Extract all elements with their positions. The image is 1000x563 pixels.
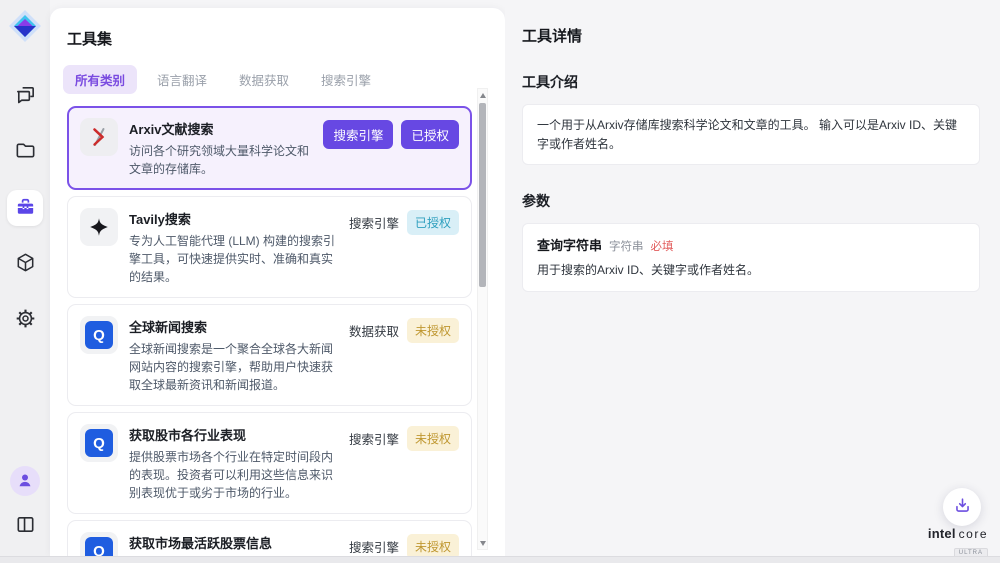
tool-detail-panel: 工具详情 工具介绍 一个用于从Arxiv存储库搜索科学论文和文章的工具。 输入可… (505, 0, 1000, 556)
scrollbar-thumb[interactable] (479, 103, 486, 287)
arxiv-icon (80, 118, 118, 156)
auth-status-badge: 未授权 (407, 426, 459, 451)
tool-item-sector-performance[interactable]: Q 获取股市各行业表现 提供股票市场各个行业在特定时间段内的表现。投资者可以利用… (67, 412, 472, 514)
sidebar-item-plugins[interactable] (7, 246, 43, 282)
tavily-icon (80, 208, 118, 246)
tool-item-tavily[interactable]: Tavily搜索 专为人工智能代理 (LLM) 构建的搜索引擎工具，可快速提供实… (67, 196, 472, 298)
param-type: 字符串 (609, 238, 644, 254)
tool-item-active-stocks[interactable]: Q 获取市场最活跃股票信息 提供当天交易量最高的股票列表，投资者可以利用这些信息… (67, 520, 472, 556)
tool-name: Tavily搜索 (129, 209, 338, 228)
user-icon (15, 470, 35, 493)
sidebar-item-files[interactable] (7, 134, 43, 170)
list-scrollbar[interactable] (477, 88, 488, 550)
param-card: 查询字符串 字符串 必填 用于搜索的Arxiv ID、关键字或作者姓名。 (522, 223, 980, 292)
tab-translation[interactable]: 语言翻译 (145, 65, 219, 94)
download-button[interactable] (943, 488, 981, 526)
category-badge: 搜索引擎 (349, 537, 399, 556)
sidebar-item-tools[interactable] (7, 190, 43, 226)
auth-status-badge: 未授权 (407, 534, 459, 556)
tool-name: Arxiv文献搜索 (129, 119, 312, 138)
scroll-up-arrow-icon[interactable] (478, 90, 487, 100)
user-avatar[interactable] (10, 466, 40, 496)
param-name: 查询字符串 (537, 235, 602, 254)
scroll-down-arrow-icon[interactable] (478, 538, 487, 548)
sidebar-item-chat[interactable] (7, 78, 43, 114)
panel-icon (14, 513, 37, 539)
sidebar-bottom (7, 466, 43, 544)
tool-desc: 提供股票市场各个行业在特定时间段内的表现。投资者可以利用这些信息来识别表现优于或… (129, 448, 338, 502)
cube-icon (14, 251, 37, 277)
intro-text: 一个用于从Arxiv存储库搜索科学论文和文章的工具。 输入可以是Arxiv ID… (537, 116, 965, 153)
tool-desc: 专为人工智能代理 (LLM) 构建的搜索引擎工具，可快速提供实时、准确和真实的结… (129, 232, 338, 286)
category-badge: 搜索引擎 (349, 213, 399, 232)
category-badge: 搜索引擎 (349, 429, 399, 448)
param-required-flag: 必填 (651, 238, 674, 254)
sidebar-nav (7, 78, 43, 338)
app-logo (7, 8, 43, 44)
tools-panel: 工具集 所有类别 语言翻译 数据获取 搜索引擎 Arxiv文献搜索 访问各个研究… (50, 8, 505, 556)
download-icon (953, 496, 972, 518)
chat-icon (14, 83, 37, 109)
juhe-q-icon: Q (80, 424, 118, 462)
intel-core-logo: intelcore ULTRA (928, 526, 988, 558)
tab-search-engine[interactable]: 搜索引擎 (309, 65, 383, 94)
sidebar-toggle[interactable] (7, 508, 43, 544)
juhe-q-icon: Q (80, 532, 118, 556)
tool-item-global-news[interactable]: Q 全球新闻搜索 全球新闻搜索是一个聚合全球各大新闻网站内容的搜索引擎，帮助用户… (67, 304, 472, 406)
category-badge: 搜索引擎 (323, 120, 393, 149)
tool-name: 获取股市各行业表现 (129, 425, 338, 444)
page-title: 工具集 (67, 28, 505, 49)
auth-status-badge: 已授权 (407, 210, 459, 235)
tab-all-categories[interactable]: 所有类别 (63, 65, 137, 94)
tool-item-arxiv[interactable]: Arxiv文献搜索 访问各个研究领域大量科学论文和文章的存储库。 搜索引擎 已授… (67, 106, 472, 190)
tool-name: 全球新闻搜索 (129, 317, 338, 336)
auth-status-badge: 已授权 (401, 120, 459, 149)
folder-icon (14, 139, 37, 165)
params-heading: 参数 (522, 191, 1000, 211)
category-badge: 数据获取 (349, 321, 399, 340)
param-desc: 用于搜索的Arxiv ID、关键字或作者姓名。 (537, 261, 965, 280)
intro-card: 一个用于从Arxiv存储库搜索科学论文和文章的工具。 输入可以是Arxiv ID… (522, 104, 980, 165)
tool-name: 获取市场最活跃股票信息 (129, 533, 338, 552)
tool-list: Arxiv文献搜索 访问各个研究领域大量科学论文和文章的存储库。 搜索引擎 已授… (67, 106, 472, 556)
detail-title: 工具详情 (522, 25, 1000, 46)
intro-heading: 工具介绍 (522, 72, 1000, 92)
auth-status-badge: 未授权 (407, 318, 459, 343)
sidebar (0, 0, 50, 556)
sidebar-item-settings[interactable] (7, 302, 43, 338)
tool-desc: 全球新闻搜索是一个聚合全球各大新闻网站内容的搜索引擎，帮助用户快速获取全球最新资… (129, 340, 338, 394)
juhe-q-icon: Q (80, 316, 118, 354)
tab-data-fetch[interactable]: 数据获取 (227, 65, 301, 94)
category-tabs: 所有类别 语言翻译 数据获取 搜索引擎 (63, 65, 505, 94)
tool-desc: 访问各个研究领域大量科学论文和文章的存储库。 (129, 142, 312, 178)
window-bottom-edge (0, 556, 1000, 563)
gear-icon (14, 307, 37, 333)
toolbox-icon (14, 195, 37, 221)
